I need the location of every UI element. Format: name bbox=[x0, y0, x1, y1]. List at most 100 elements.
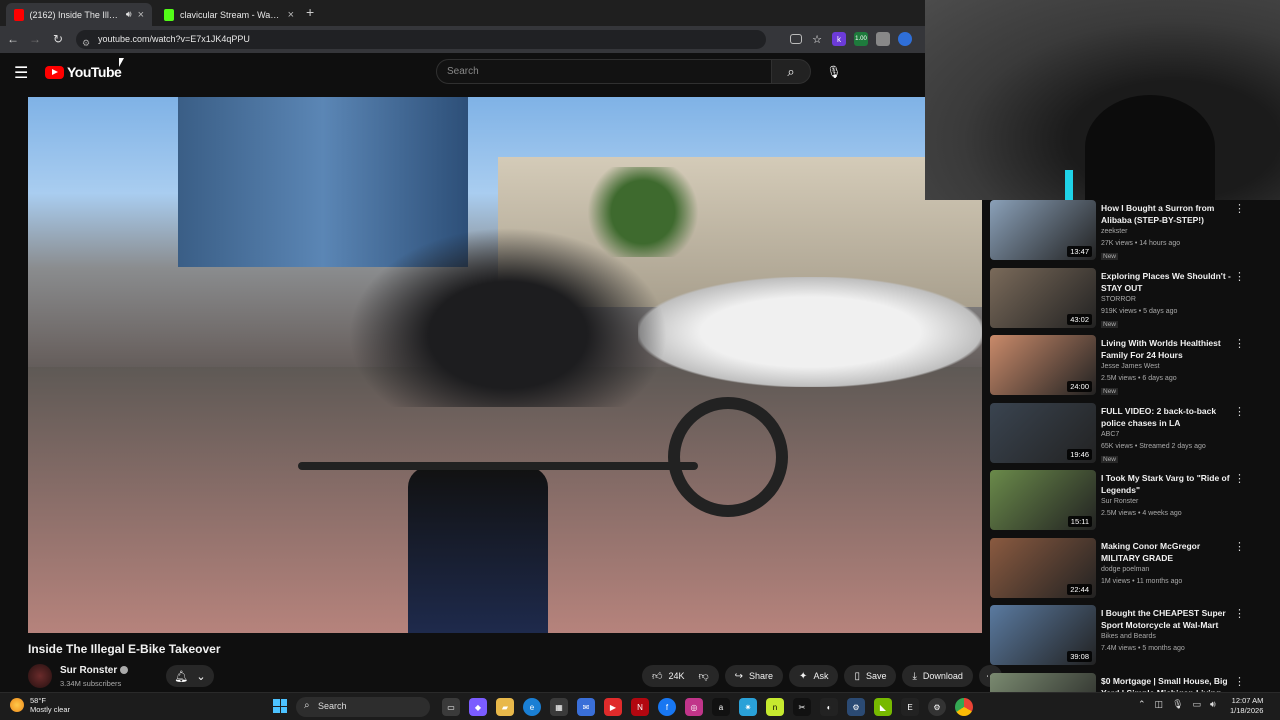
video-thumbnail[interactable]: 43:02 bbox=[990, 267, 1096, 328]
new-tab-icon[interactable]: + bbox=[306, 4, 314, 20]
video-thumbnail[interactable]: 24:00 bbox=[990, 335, 1096, 395]
extension-counter-icon[interactable]: 1.00 bbox=[854, 32, 868, 46]
more-vertical-icon[interactable]: ⋮ bbox=[1234, 405, 1245, 418]
chevron-up-icon[interactable]: ⌃ bbox=[1138, 699, 1146, 710]
video-thumbnail[interactable]: 22:44 bbox=[990, 537, 1096, 598]
clock[interactable]: 12:07 AM 1/18/2026 bbox=[1230, 696, 1263, 716]
weather-widget[interactable]: 58°F Mostly clear bbox=[10, 696, 70, 714]
recommendation-item[interactable]: 13:47 How I Bought a Surron from Alibaba … bbox=[990, 200, 1255, 268]
amazon-icon[interactable]: a bbox=[712, 698, 730, 716]
address-bar[interactable]: ⚙︎ youtube.com/watch?v=E7x1JK4qPPU bbox=[76, 30, 766, 49]
tab-kick-stream[interactable]: clavicular Stream - Watch Live × bbox=[156, 3, 302, 26]
extension-k-icon[interactable]: k bbox=[832, 32, 846, 46]
share-button[interactable]: ↪ Share bbox=[724, 665, 784, 687]
store-icon[interactable]: ▦ bbox=[550, 698, 568, 716]
more-vertical-icon[interactable]: ⋮ bbox=[1234, 472, 1245, 485]
reload-icon[interactable]: ↻ bbox=[47, 32, 69, 46]
steam-icon[interactable]: ⚙︎ bbox=[847, 698, 865, 716]
more-vertical-icon[interactable]: ⋮ bbox=[1234, 675, 1245, 688]
network-icon[interactable]: ◫ bbox=[1155, 699, 1164, 710]
recommendation-title[interactable]: How I Bought a Surron from Alibaba (STEP… bbox=[1101, 202, 1231, 226]
channel-avatar[interactable] bbox=[28, 664, 52, 688]
recommendation-title[interactable]: Living With Worlds Healthiest Family For… bbox=[1101, 337, 1231, 361]
more-vertical-icon[interactable]: ⋮ bbox=[1234, 202, 1245, 215]
video-thumbnail[interactable]: 39:08 bbox=[990, 605, 1096, 665]
capcut-icon[interactable]: ✂ bbox=[793, 698, 811, 716]
save-button[interactable]: ▯ Save bbox=[844, 665, 897, 687]
channel-name[interactable]: Sur Ronster bbox=[60, 665, 129, 676]
microphone-icon[interactable]: 🎙︎ bbox=[1172, 699, 1183, 710]
recommendation-channel[interactable]: Bikes and Beards bbox=[1101, 633, 1156, 640]
thumbs-down-icon[interactable]: 👎︎ bbox=[698, 670, 708, 682]
app-blue-icon[interactable]: ✷ bbox=[739, 698, 757, 716]
recommendation-channel[interactable]: Jesse James West bbox=[1101, 363, 1160, 370]
search-button[interactable]: ⌕ bbox=[771, 59, 811, 84]
instagram-icon[interactable]: ◎ bbox=[685, 698, 703, 716]
recommendation-title[interactable]: I Took My Stark Varg to "Ride of Legends… bbox=[1101, 472, 1231, 496]
forward-icon[interactable]: → bbox=[24, 32, 46, 46]
download-button[interactable]: ⤓ Download bbox=[902, 665, 973, 687]
recommendation-channel[interactable]: ABC7 bbox=[1101, 431, 1119, 438]
recommendation-title[interactable]: Exploring Places We Shouldn't - STAY OUT bbox=[1101, 270, 1231, 294]
recommendation-title[interactable]: Making Conor McGregor MILITARY GRADE bbox=[1101, 540, 1231, 564]
like-button[interactable]: 👍︎ 24K 👎︎ bbox=[642, 665, 719, 687]
youtube-favicon-icon bbox=[14, 8, 24, 21]
recommendation-channel[interactable]: Sur Ronster bbox=[1101, 498, 1138, 505]
video-thumbnail[interactable]: 15:11 bbox=[990, 470, 1096, 530]
recommendation-title[interactable]: FULL VIDEO: 2 back-to-back police chases… bbox=[1101, 405, 1231, 429]
extension-icon[interactable] bbox=[876, 32, 890, 46]
taskbar-search[interactable]: ⌕ Search bbox=[296, 697, 430, 717]
search-input[interactable]: Search bbox=[436, 59, 772, 84]
channel-row: Sur Ronster 3.34M subscribers 🔔︎ ⌄ 👍︎ 24… bbox=[28, 662, 1002, 692]
netflix-icon[interactable]: N bbox=[631, 698, 649, 716]
bookmark-star-icon[interactable]: ☆ bbox=[810, 32, 824, 46]
display-icon[interactable]: ▭ bbox=[1193, 699, 1202, 710]
recommendation-item[interactable]: 39:08 I Bought the CHEAPEST Super Sport M… bbox=[990, 605, 1255, 673]
recommendation-channel[interactable]: zeekster bbox=[1101, 228, 1127, 235]
more-vertical-icon[interactable]: ⋮ bbox=[1234, 337, 1245, 350]
close-tab-icon[interactable]: × bbox=[288, 9, 294, 21]
more-vertical-icon[interactable]: ⋮ bbox=[1234, 540, 1245, 553]
back-icon[interactable]: ← bbox=[2, 32, 24, 46]
notification-bell-button[interactable]: 🔔︎ ⌄ bbox=[166, 665, 214, 687]
recommendation-channel[interactable]: STORROR bbox=[1101, 296, 1136, 303]
facebook-icon[interactable]: f bbox=[658, 698, 676, 716]
more-vertical-icon[interactable]: ⋮ bbox=[1234, 607, 1245, 620]
chrome-icon[interactable] bbox=[955, 698, 973, 716]
recommendation-item[interactable]: 22:44 Making Conor McGregor MILITARY GRAD… bbox=[990, 537, 1255, 606]
recommendation-item[interactable]: 24:00 Living With Worlds Healthiest Famil… bbox=[990, 335, 1255, 403]
recommendation-title[interactable]: I Bought the CHEAPEST Super Sport Motorc… bbox=[1101, 607, 1231, 631]
tab-youtube[interactable]: (2162) Inside The Illegal E-B 🔊︎ × bbox=[6, 3, 152, 26]
ask-button[interactable]: ✦ Ask bbox=[789, 665, 839, 687]
video-thumbnail[interactable]: 13:47 bbox=[990, 200, 1096, 260]
more-vertical-icon[interactable]: ⋮ bbox=[1234, 270, 1245, 283]
task-view-icon[interactable]: ▭ bbox=[442, 698, 460, 716]
copilot-icon[interactable]: ◆ bbox=[469, 698, 487, 716]
app-dark-icon[interactable]: ◐ bbox=[820, 698, 838, 716]
recommendation-item[interactable]: 43:02 Exploring Places We Shouldn't - STA… bbox=[990, 267, 1255, 336]
install-app-icon[interactable] bbox=[790, 34, 802, 44]
settings-icon[interactable]: ⚙︎ bbox=[928, 698, 946, 716]
menu-icon[interactable]: ☰ bbox=[14, 63, 28, 83]
channel-name-text[interactable]: Sur Ronster bbox=[60, 665, 117, 676]
volume-icon[interactable]: 🔊︎ bbox=[1210, 699, 1216, 710]
close-tab-icon[interactable]: × bbox=[138, 9, 144, 21]
site-info-icon[interactable]: ⚙︎ bbox=[82, 34, 90, 53]
youtube-app-icon[interactable]: ▶ bbox=[604, 698, 622, 716]
video-thumbnail[interactable]: 19:46 bbox=[990, 402, 1096, 463]
mail-icon[interactable]: ✉ bbox=[577, 698, 595, 716]
recommendation-channel[interactable]: dodge poelman bbox=[1101, 566, 1149, 573]
start-button[interactable] bbox=[273, 699, 287, 713]
app-green-icon[interactable]: n bbox=[766, 698, 784, 716]
voice-search-icon[interactable]: 🎙︎ bbox=[822, 60, 846, 84]
nvidia-icon[interactable]: ◣ bbox=[874, 698, 892, 716]
file-explorer-icon[interactable]: ▰ bbox=[496, 698, 514, 716]
extension-blue-icon[interactable] bbox=[898, 32, 912, 46]
epic-games-icon[interactable]: E bbox=[901, 698, 919, 716]
edge-icon[interactable]: e bbox=[523, 698, 541, 716]
video-player[interactable] bbox=[28, 97, 982, 633]
recommendation-item[interactable]: 15:11 I Took My Stark Varg to "Ride of Le… bbox=[990, 470, 1255, 538]
audio-playing-icon[interactable]: 🔊︎ bbox=[126, 9, 132, 20]
recommendation-item[interactable]: 19:46 FULL VIDEO: 2 back-to-back police c… bbox=[990, 402, 1255, 471]
youtube-logo[interactable]: YouTube bbox=[45, 64, 122, 80]
